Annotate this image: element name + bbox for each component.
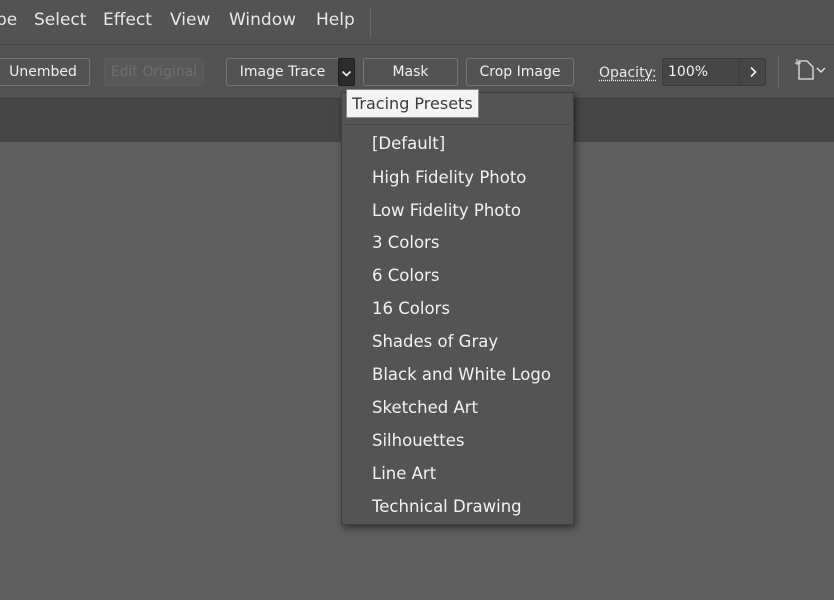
preset-6-colors[interactable]: 6 Colors [372, 266, 439, 285]
opacity-input[interactable] [662, 58, 740, 86]
preset-16-colors[interactable]: 16 Colors [372, 299, 450, 318]
opacity-label[interactable]: Opacity: [599, 65, 657, 81]
menu-item-type[interactable]: pe [0, 10, 17, 30]
preset-technical-drawing[interactable]: Technical Drawing [372, 497, 522, 516]
edit-original-button: Edit Original [104, 58, 204, 86]
menu-item-effect[interactable]: Effect [103, 10, 152, 30]
preset-black-and-white-logo[interactable]: Black and White Logo [372, 365, 551, 384]
chevron-right-icon [749, 63, 757, 82]
image-trace-button[interactable]: Image Trace [226, 58, 339, 86]
menu-bar: pe Select Effect View Window Help [0, 0, 834, 44]
menu-separator [344, 124, 571, 125]
preset-line-art[interactable]: Line Art [372, 464, 436, 483]
menubar-divider [370, 8, 371, 38]
tracing-presets-menu: [Default] High Fidelity Photo Low Fideli… [341, 92, 574, 525]
preset-silhouettes[interactable]: Silhouettes [372, 431, 465, 450]
preset-3-colors[interactable]: 3 Colors [372, 233, 439, 252]
preset-shades-of-gray[interactable]: Shades of Gray [372, 332, 498, 351]
document-setup-button[interactable] [793, 59, 833, 87]
preset-sketched-art[interactable]: Sketched Art [372, 398, 478, 417]
document-setup-icon [793, 59, 829, 87]
menu-item-select[interactable]: Select [34, 10, 86, 30]
opacity-more-button[interactable] [740, 58, 766, 86]
controlbar-divider [778, 55, 779, 89]
unembed-button[interactable]: Unembed [0, 58, 90, 86]
chevron-down-icon [341, 63, 352, 82]
preset-high-fidelity-photo[interactable]: High Fidelity Photo [372, 168, 526, 187]
menu-item-help[interactable]: Help [316, 10, 355, 30]
preset-low-fidelity-photo[interactable]: Low Fidelity Photo [372, 201, 521, 220]
tracing-presets-dropdown-button[interactable] [338, 58, 355, 86]
preset-default[interactable]: [Default] [372, 134, 445, 153]
tracing-presets-tooltip: Tracing Presets [346, 89, 479, 118]
crop-image-button[interactable]: Crop Image [466, 58, 574, 86]
mask-button[interactable]: Mask [363, 58, 458, 86]
menu-item-view[interactable]: View [170, 10, 210, 30]
menu-item-window[interactable]: Window [229, 10, 296, 30]
